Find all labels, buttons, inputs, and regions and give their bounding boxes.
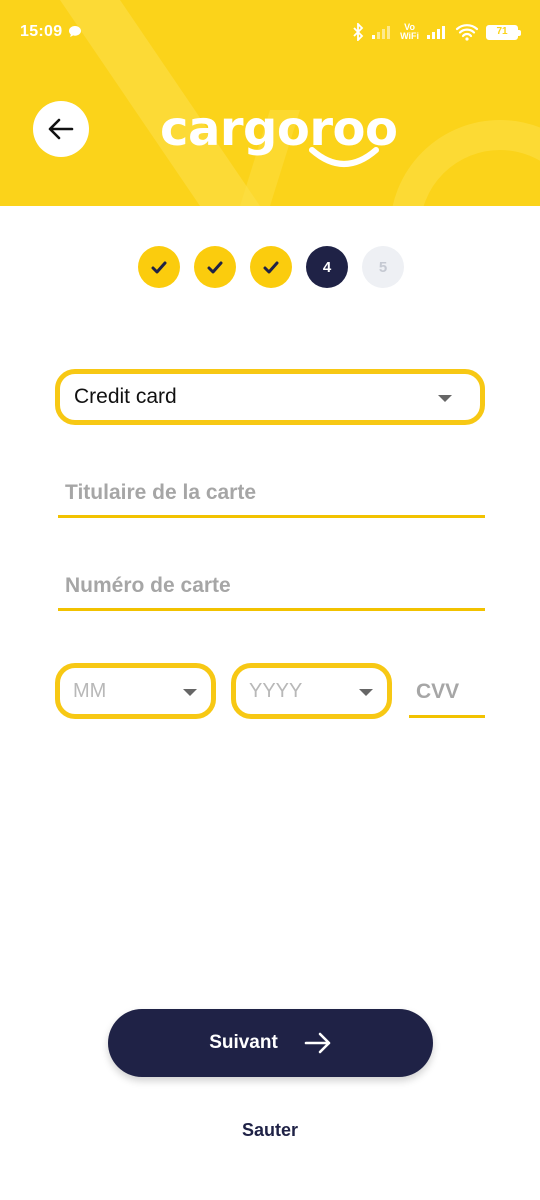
arrow-right-icon	[304, 1032, 331, 1054]
battery-icon: 71	[486, 24, 521, 40]
card-holder-field[interactable]	[58, 470, 485, 518]
progress-stepper: 4 5	[138, 246, 404, 288]
next-button-label: Suivant	[209, 1032, 278, 1053]
dropdown-arrow-icon	[183, 689, 197, 696]
card-number-input[interactable]	[58, 563, 485, 608]
payment-method-select[interactable]: Credit card	[55, 369, 485, 425]
skip-link[interactable]: Sauter	[0, 1120, 540, 1141]
step-1	[138, 246, 180, 288]
cvv-field[interactable]	[409, 669, 485, 718]
signal-icon-1	[371, 25, 393, 39]
checkmark-icon	[207, 261, 223, 273]
back-button[interactable]	[33, 101, 89, 157]
logo-smile-icon	[309, 147, 379, 167]
step-5: 5	[362, 246, 404, 288]
arrow-left-icon	[48, 118, 74, 140]
checkmark-icon	[263, 261, 279, 273]
expiry-year-select[interactable]: YYYY	[231, 663, 392, 719]
step-3	[250, 246, 292, 288]
battery-level: 71	[488, 26, 516, 38]
wifi-icon	[455, 23, 479, 41]
card-number-field[interactable]	[58, 563, 485, 611]
step-4: 4	[306, 246, 348, 288]
header: 15:09 Vo WiFi 71 cargoroo	[0, 0, 540, 206]
chat-bubble-icon	[68, 25, 82, 43]
signal-icon-2	[426, 25, 448, 39]
checkmark-icon	[151, 261, 167, 273]
bluetooth-icon	[352, 23, 364, 41]
status-bar: 15:09 Vo WiFi 71	[0, 0, 540, 64]
step-2	[194, 246, 236, 288]
dropdown-arrow-icon	[438, 395, 452, 402]
cvv-input[interactable]	[409, 669, 485, 715]
payment-method-value: Credit card	[74, 385, 177, 408]
next-button[interactable]: Suivant	[108, 1009, 433, 1077]
year-placeholder: YYYY	[249, 679, 303, 702]
card-holder-input[interactable]	[58, 470, 485, 515]
vowifi-indicator: Vo WiFi	[400, 22, 419, 41]
dropdown-arrow-icon	[359, 689, 373, 696]
cargoroo-logo: cargoroo	[160, 104, 398, 168]
expiry-month-select[interactable]: MM	[55, 663, 216, 719]
month-placeholder: MM	[73, 679, 107, 702]
status-time: 15:09	[20, 23, 63, 40]
